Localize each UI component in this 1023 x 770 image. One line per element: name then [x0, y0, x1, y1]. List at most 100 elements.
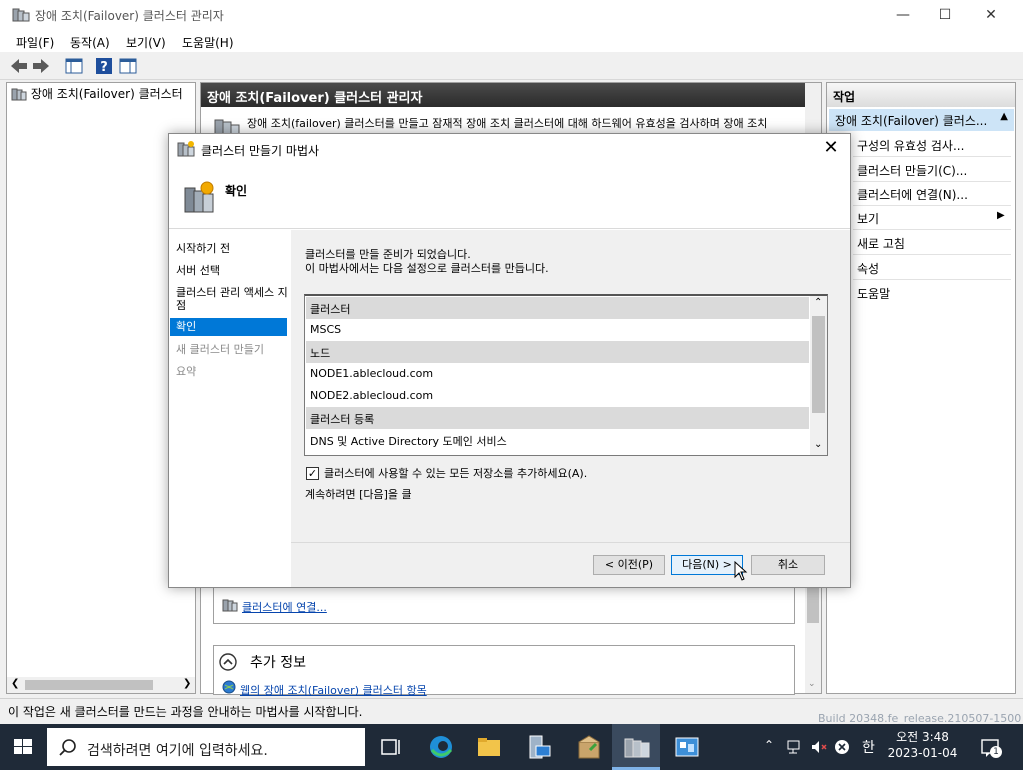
notification-badge: 1	[990, 746, 1002, 758]
scroll-thumb[interactable]	[812, 316, 825, 413]
more-info-title: 추가 정보	[250, 655, 306, 671]
create-cluster-wizard: 클러스터 만들기 마법사 ✕ 확인 시작하기 전 서버 선택 클러스터 관리 액…	[168, 133, 851, 588]
cluster-icon	[11, 88, 27, 101]
divider	[853, 205, 1011, 206]
intro-line-2: 이 마법사에서는 다음 설정으로 클러스터를 만듭니다.	[305, 262, 549, 275]
wizard-title: 클러스터 만들기 마법사	[201, 144, 320, 158]
taskbar-clock[interactable]: 오전 3:48 2023-01-04	[880, 729, 965, 761]
cancel-button[interactable]: 취소	[751, 555, 825, 575]
control-panel-icon[interactable]	[672, 732, 702, 762]
more-info-box: 추가 정보 웹의 장애 조치(Failover) 클러스터 항목	[213, 645, 795, 698]
edge-browser-icon[interactable]	[426, 732, 456, 762]
status-x-icon[interactable]	[834, 739, 850, 755]
show-action-pane-icon[interactable]	[118, 56, 138, 76]
actions-header: 작업	[827, 83, 1015, 107]
cluster-manager-icon	[12, 8, 30, 22]
network-icon[interactable]	[786, 739, 802, 755]
step-summary: 요약	[176, 365, 197, 378]
list-item: MSCS	[310, 323, 342, 336]
tree-horizontal-scrollbar[interactable]: ❮ ❯	[7, 677, 195, 693]
list-item: DNS 및 Active Directory 도메인 서비스	[310, 435, 507, 448]
divider	[853, 156, 1011, 157]
collapse-up-icon[interactable]: ▲	[1000, 111, 1008, 122]
actions-selected-context[interactable]: 장애 조치(Failover) 클러스... ▲	[829, 109, 1014, 131]
taskbar: 검색하려면 여기에 입력하세요. ⌃ 한 오전 3:48 2023-01-04 …	[0, 724, 1023, 770]
clock-time: 오전 3:48	[896, 730, 949, 744]
windows-start-icon[interactable]	[0, 724, 46, 770]
server-manager-icon[interactable]	[524, 732, 554, 762]
wizard-close-button[interactable]: ✕	[820, 138, 842, 160]
wizard-step-title: 확인	[225, 184, 248, 198]
continue-text: 계속하려면 [다음]을 클	[305, 488, 412, 501]
package-icon[interactable]	[574, 732, 604, 762]
list-group-header: 노드	[306, 341, 809, 363]
step-access-point[interactable]: 클러스터 관리 액세스 지점	[176, 286, 288, 312]
forward-arrow-icon[interactable]	[31, 56, 51, 76]
failover-cluster-manager-icon[interactable]	[622, 732, 652, 762]
task-view-icon[interactable]	[376, 732, 406, 762]
action-refresh[interactable]: 새로 고침	[857, 235, 905, 252]
action-validate-configuration[interactable]: 구성의 유효성 검사...	[857, 137, 964, 154]
minimize-button[interactable]: —	[880, 0, 926, 30]
scroll-thumb[interactable]	[807, 583, 819, 623]
show-hidden-icons-chevron-icon[interactable]: ⌃	[764, 738, 774, 752]
action-help[interactable]: 도움말	[857, 285, 890, 302]
step-confirmation[interactable]: 확인	[170, 318, 287, 336]
next-button[interactable]: 다음(N) >	[671, 555, 743, 575]
web-cluster-topics-link[interactable]: 웹의 장애 조치(Failover) 클러스터 항목	[240, 682, 427, 698]
divider	[853, 181, 1011, 182]
list-vertical-scrollbar[interactable]: ⌃ ⌄	[810, 296, 827, 455]
menu-action[interactable]: 동작(A)	[70, 34, 110, 51]
file-explorer-icon[interactable]	[474, 732, 504, 762]
list-group-header: 클러스터 등록	[306, 407, 809, 429]
scroll-down-icon[interactable]: ⌄	[808, 679, 816, 689]
ime-indicator[interactable]: 한	[862, 737, 875, 757]
previous-button[interactable]: < 이전(P)	[593, 555, 665, 575]
help-icon[interactable]: ?	[94, 56, 114, 76]
menu-file[interactable]: 파일(F)	[16, 34, 54, 51]
action-connect-cluster[interactable]: 클러스터에 연결(N)...	[857, 186, 968, 203]
show-tree-icon[interactable]	[64, 56, 84, 76]
wizard-intro: 클러스터를 만들 준비가 되었습니다. 이 마법사에서는 다음 설정으로 클러스…	[305, 248, 549, 276]
step-create-new-cluster: 새 클러스터 만들기	[176, 343, 264, 356]
center-description: 장애 조치(failover) 클러스터를 만들고 잠재적 장애 조치 클러스터…	[247, 117, 768, 130]
connect-cluster-link[interactable]: 클러스터에 연결...	[242, 599, 327, 615]
menu-help[interactable]: 도움말(H)	[182, 34, 234, 51]
action-create-cluster[interactable]: 클러스터 만들기(C)...	[857, 162, 967, 179]
volume-muted-icon[interactable]	[810, 739, 828, 755]
action-properties[interactable]: 속성	[857, 260, 879, 277]
list-item: NODE2.ablecloud.com	[310, 389, 434, 402]
taskbar-search-box[interactable]: 검색하려면 여기에 입력하세요.	[47, 728, 365, 766]
collapse-icon[interactable]	[218, 652, 238, 672]
list-item: NODE1.ablecloud.com	[310, 367, 434, 380]
maximize-button[interactable]: ☐	[922, 0, 968, 30]
submenu-arrow-icon: ▶	[997, 210, 1005, 221]
action-view[interactable]: 보기	[857, 210, 879, 227]
intro-line-1: 클러스터를 만들 준비가 되었습니다.	[305, 248, 471, 261]
header-divider	[169, 228, 850, 229]
settings-listbox[interactable]: 클러스터 MSCS 노드 NODE1.ablecloud.com NODE2.a…	[304, 294, 828, 456]
cluster-icon	[222, 599, 238, 612]
divider	[853, 279, 1011, 280]
close-button[interactable]: ✕	[968, 0, 1014, 30]
center-header: 장애 조치(Failover) 클러스터 관리자	[201, 83, 806, 107]
menu-view[interactable]: 보기(V)	[126, 34, 166, 51]
scroll-up-icon[interactable]: ⌃	[814, 297, 822, 308]
confirm-cluster-icon	[184, 181, 214, 213]
tree-node-failover-cluster[interactable]: 장애 조치(Failover) 클러스터	[11, 85, 183, 102]
mouse-cursor-icon	[734, 561, 748, 581]
back-arrow-icon[interactable]	[9, 56, 29, 76]
step-select-servers[interactable]: 서버 선택	[176, 264, 220, 277]
add-storage-checkbox[interactable]: ✓	[306, 467, 319, 480]
scroll-thumb[interactable]	[25, 680, 153, 690]
svg-text:?: ?	[100, 60, 108, 75]
window-title: 장애 조치(Failover) 클러스터 관리자	[35, 9, 224, 23]
step-before-you-begin[interactable]: 시작하기 전	[176, 242, 230, 255]
menu-bar: 파일(F) 동작(A) 보기(V) 도움말(H)	[0, 30, 1023, 52]
add-storage-label[interactable]: 클러스터에 사용할 수 있는 모든 저장소를 추가하세요(A).	[324, 465, 587, 481]
scroll-down-icon[interactable]: ⌄	[814, 439, 822, 450]
scroll-left-icon[interactable]: ❮	[11, 678, 19, 689]
search-placeholder: 검색하려면 여기에 입력하세요.	[87, 743, 268, 759]
clock-date: 2023-01-04	[887, 746, 958, 760]
scroll-right-icon[interactable]: ❯	[183, 678, 191, 689]
